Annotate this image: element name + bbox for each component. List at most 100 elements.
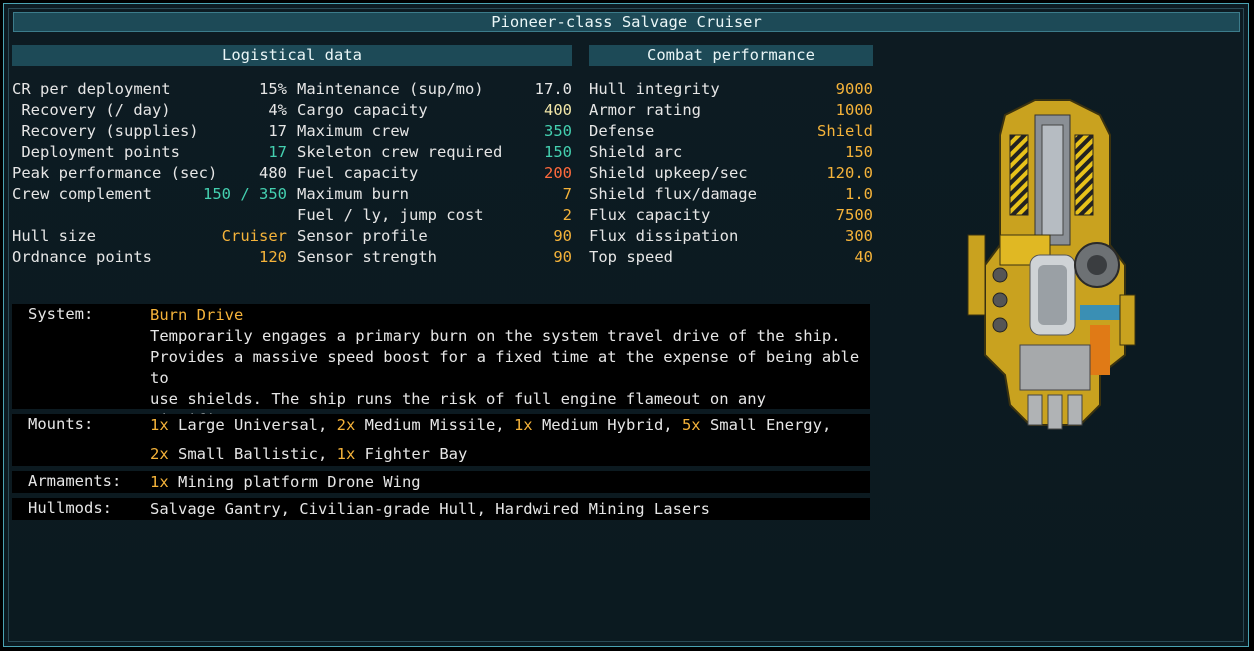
stat-value: 150 / 350 bbox=[203, 185, 287, 203]
ship-sprite bbox=[967, 99, 1136, 430]
stat-row: Top speed 40 bbox=[589, 247, 873, 268]
system-label: System: bbox=[28, 305, 94, 323]
stat-label: Hull integrity bbox=[589, 80, 720, 98]
stat-row: Ordnance points 120 bbox=[12, 247, 287, 268]
stat-value: 150 bbox=[845, 143, 873, 161]
stat-label: Shield flux/damage bbox=[589, 185, 757, 203]
stat-value: 2 bbox=[562, 206, 572, 224]
stat-value: 200 bbox=[544, 164, 572, 182]
mount-type: Small Ballistic, bbox=[168, 445, 337, 463]
stat-label: Recovery (supplies) bbox=[12, 122, 199, 140]
stat-row: Flux dissipation 300 bbox=[589, 226, 873, 247]
stat-label: Shield upkeep/sec bbox=[589, 164, 748, 182]
stat-value: 15% bbox=[259, 80, 287, 98]
stat-value: 17 bbox=[268, 143, 287, 161]
stat-value: 4% bbox=[268, 101, 287, 119]
stat-value: 90 bbox=[553, 227, 572, 245]
stat-row: Armor rating 1000 bbox=[589, 100, 873, 121]
stat-label: Maintenance (sup/mo) bbox=[297, 80, 484, 98]
mount-count: 1x bbox=[336, 445, 356, 463]
mounts-line-2: 2x Small Ballistic, 1x Fighter Bay bbox=[150, 444, 467, 465]
mount-count: 1x bbox=[150, 416, 169, 434]
armaments-box: Armaments: 1x Mining platform Drone Wing bbox=[12, 471, 870, 493]
stat-row: Maximum burn 7 bbox=[297, 184, 572, 205]
stat-value: 120 bbox=[259, 248, 287, 266]
stat-row: Crew complement 150 / 350 bbox=[12, 184, 287, 205]
hullmods-list: Salvage Gantry, Civilian-grade Hull, Har… bbox=[150, 500, 710, 518]
stat-value: 120.0 bbox=[826, 164, 873, 182]
stat-row: Recovery (supplies) 17 bbox=[12, 121, 287, 142]
stat-row bbox=[12, 205, 287, 226]
stat-row: Hull integrity 9000 bbox=[589, 79, 873, 100]
stat-label: Maximum crew bbox=[297, 122, 409, 140]
mount-type: Large Universal, bbox=[168, 416, 337, 434]
stat-label: Flux capacity bbox=[589, 206, 711, 224]
stat-row: Fuel / ly, jump cost 2 bbox=[297, 205, 572, 226]
stat-row: Sensor profile 90 bbox=[297, 226, 572, 247]
stat-row: Shield flux/damage 1.0 bbox=[589, 184, 873, 205]
stat-value: 400 bbox=[544, 101, 572, 119]
stat-row: Peak performance (sec) 480 bbox=[12, 163, 287, 184]
stat-row: Shield upkeep/sec 120.0 bbox=[589, 163, 873, 184]
stat-row: CR per deployment 15% bbox=[12, 79, 287, 100]
stat-label: Flux dissipation bbox=[589, 227, 739, 245]
mount-count: 5x bbox=[681, 416, 701, 434]
stat-value: 1.0 bbox=[845, 185, 873, 203]
stat-row: Sensor strength 90 bbox=[297, 247, 572, 268]
stat-value: 7 bbox=[562, 185, 572, 203]
stat-value: 480 bbox=[259, 164, 287, 182]
stat-value: 9000 bbox=[835, 80, 873, 98]
stat-label: Ordnance points bbox=[12, 248, 152, 266]
stat-value: 1000 bbox=[835, 101, 873, 119]
stat-label: Maximum burn bbox=[297, 185, 409, 203]
stat-value: 350 bbox=[544, 122, 572, 140]
stat-label: Deployment points bbox=[12, 143, 180, 161]
stat-row: Shield arc 150 bbox=[589, 142, 873, 163]
stat-row: Recovery (/ day) 4% bbox=[12, 100, 287, 121]
system-name: Burn Drive bbox=[150, 306, 244, 324]
mount-count: 1x bbox=[513, 416, 533, 434]
stat-row: Maintenance (sup/mo) 17.0 bbox=[297, 79, 572, 100]
stat-label: CR per deployment bbox=[12, 80, 171, 98]
mount-type: Mining platform Drone Wing bbox=[168, 473, 421, 491]
mount-type: Medium Missile, bbox=[355, 416, 514, 434]
stat-value: Shield bbox=[817, 122, 873, 140]
stat-row: Fuel capacity 200 bbox=[297, 163, 572, 184]
mount-count: 1x bbox=[150, 473, 169, 491]
stat-label: Recovery (/ day) bbox=[12, 101, 171, 119]
stat-label: Sensor profile bbox=[297, 227, 428, 245]
stat-row: Deployment points 17 bbox=[12, 142, 287, 163]
logistical-header: Logistical data bbox=[12, 45, 572, 66]
armaments-list: 1x Mining platform Drone Wing bbox=[150, 472, 421, 493]
mount-count: 2x bbox=[336, 416, 356, 434]
stat-label: Fuel / ly, jump cost bbox=[297, 206, 484, 224]
stat-label: Shield arc bbox=[589, 143, 683, 161]
stat-label: Skeleton crew required bbox=[297, 143, 503, 161]
stat-label: Top speed bbox=[589, 248, 673, 266]
stat-row: Maximum crew 350 bbox=[297, 121, 572, 142]
stat-label: Defense bbox=[589, 122, 655, 140]
stat-value: 17.0 bbox=[534, 80, 572, 98]
stat-label: Crew complement bbox=[12, 185, 152, 203]
stat-value: Cruiser bbox=[221, 227, 287, 245]
stat-row: Cargo capacity 400 bbox=[297, 100, 572, 121]
stat-value: 90 bbox=[553, 248, 572, 266]
mount-type: Fighter Bay bbox=[355, 445, 468, 463]
stat-row: Flux capacity 7500 bbox=[589, 205, 873, 226]
armaments-label: Armaments: bbox=[28, 472, 122, 490]
mount-type: Medium Hybrid, bbox=[532, 416, 682, 434]
ship-title: Pioneer-class Salvage Cruiser bbox=[13, 12, 1240, 32]
stat-row: Defense Shield bbox=[589, 121, 873, 142]
hullmods-label: Hullmods: bbox=[28, 499, 112, 517]
combat-header: Combat performance bbox=[589, 45, 873, 66]
stat-value: 150 bbox=[544, 143, 572, 161]
stat-label: Fuel capacity bbox=[297, 164, 419, 182]
stat-label: Armor rating bbox=[589, 101, 701, 119]
mounts-label: Mounts: bbox=[28, 415, 94, 433]
stat-label: Hull size bbox=[12, 227, 96, 245]
stat-label: Cargo capacity bbox=[297, 101, 428, 119]
mount-count: 2x bbox=[150, 445, 169, 463]
stat-label: Sensor strength bbox=[297, 248, 437, 266]
mounts-line-1: 1x Large Universal, 2x Medium Missile, 1… bbox=[150, 415, 831, 436]
mount-type: Small Energy, bbox=[700, 416, 832, 434]
